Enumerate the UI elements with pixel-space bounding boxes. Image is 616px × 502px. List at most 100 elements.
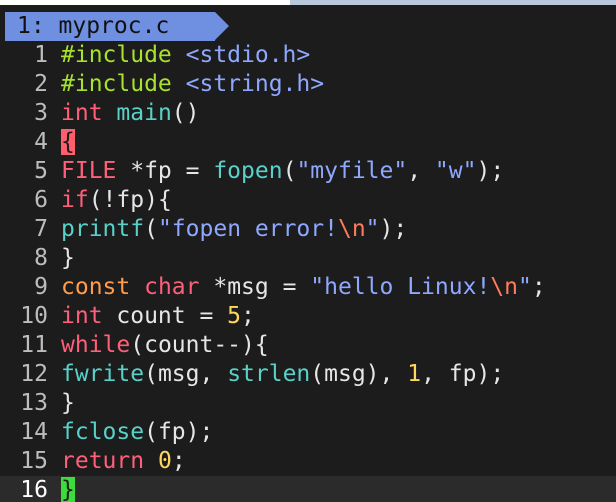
code-token: char xyxy=(144,274,200,300)
code-line[interactable]: 13} xyxy=(0,389,616,418)
code-text: } xyxy=(61,477,75,502)
code-editor-area[interactable]: 1 #include <stdio.h> 2 #include <string.h> 3… xyxy=(0,41,616,502)
matched-brace: { xyxy=(61,129,75,155)
code-text: int main() xyxy=(61,100,200,126)
code-token: fwrite xyxy=(61,361,145,387)
code-line[interactable]: 10 int count = 5; xyxy=(0,302,616,331)
code-token: printf xyxy=(61,216,145,242)
code-token: (!fp){ xyxy=(88,187,172,213)
code-token: ); xyxy=(476,158,505,184)
code-line[interactable]: 12 fwrite(msg, strlen(msg), 1, fp); xyxy=(0,360,616,389)
tabline: 1: myproc.c xyxy=(0,12,616,41)
code-token: fclose xyxy=(61,419,145,445)
code-token: main xyxy=(116,100,172,126)
code-text: fwrite(msg, strlen(msg), 1, fp); xyxy=(61,361,504,387)
line-number: 2 xyxy=(34,71,48,97)
code-text: return 0; xyxy=(61,448,186,474)
code-line[interactable]: 9 const char *msg = "hello Linux!\n"; xyxy=(0,273,616,302)
line-number: 4 xyxy=(34,129,48,155)
code-line[interactable]: 8} xyxy=(0,244,616,273)
code-token: (fp); xyxy=(144,419,214,445)
code-token: count = xyxy=(102,303,228,329)
code-token: *msg = xyxy=(199,274,311,300)
code-line[interactable]: 14 fclose(fp); xyxy=(0,418,616,447)
line-number: 14 xyxy=(20,419,48,445)
code-token: ; xyxy=(531,274,546,300)
code-line[interactable]: 6 if(!fp){ xyxy=(0,186,616,215)
code-token: int xyxy=(61,100,103,126)
code-text: { xyxy=(61,129,75,155)
code-text: int count = 5; xyxy=(61,303,255,329)
code-line[interactable]: 15 return 0; xyxy=(0,447,616,476)
code-text: printf("fopen error!\n"); xyxy=(61,216,407,242)
code-line[interactable]: 3 int main() xyxy=(0,99,616,128)
code-token: " xyxy=(518,274,532,300)
vim-editor-window: 1: myproc.c 1 #include <stdio.h> 2 #include… xyxy=(0,0,616,502)
window-top-edge xyxy=(0,0,290,5)
line-number: 12 xyxy=(20,361,48,387)
code-token: return xyxy=(61,448,145,474)
code-text: #include <stdio.h> xyxy=(61,42,310,68)
code-line[interactable]: 2 #include <string.h> xyxy=(0,70,616,99)
code-token: " xyxy=(365,216,380,242)
code-token: \n xyxy=(490,274,518,300)
line-number: 11 xyxy=(20,332,48,358)
code-token: \n xyxy=(337,216,366,242)
code-text: while(count--){ xyxy=(61,332,269,358)
code-line[interactable]: 4{ xyxy=(0,128,616,157)
code-text: const char *msg = "hello Linux!\n"; xyxy=(61,274,546,300)
code-token: #include xyxy=(61,42,186,68)
line-number: 13 xyxy=(20,390,48,416)
code-line[interactable]: 16} xyxy=(0,476,616,502)
code-token: } xyxy=(61,245,75,271)
code-token: ; xyxy=(241,303,255,329)
code-text: #include <string.h> xyxy=(61,71,324,97)
line-number: 15 xyxy=(20,448,48,474)
code-token: } xyxy=(61,390,75,416)
code-token: 0 xyxy=(157,448,172,474)
code-token: "hello Linux! xyxy=(310,274,491,300)
code-token: while xyxy=(61,332,131,358)
code-token: "fopen error! xyxy=(157,216,338,242)
code-token: 5 xyxy=(227,303,242,329)
cursor: } xyxy=(61,477,75,502)
code-token: , fp); xyxy=(421,361,505,387)
code-token: int xyxy=(61,303,103,329)
code-token: fopen xyxy=(213,158,283,184)
code-token: ( xyxy=(144,216,158,242)
code-text: } xyxy=(61,390,75,416)
code-text: } xyxy=(61,245,75,271)
code-line[interactable]: 5 FILE *fp = fopen("myfile", "w"); xyxy=(0,157,616,186)
code-token: const xyxy=(61,274,131,300)
code-token: "myfile" xyxy=(296,158,408,184)
window-top-edge-right xyxy=(290,0,616,5)
line-number: 10 xyxy=(20,303,48,329)
line-number: 5 xyxy=(34,158,48,184)
line-number: 16 xyxy=(20,477,48,502)
code-token: , xyxy=(407,158,435,184)
code-token: <stdio.h> xyxy=(185,42,311,68)
line-number: 3 xyxy=(34,100,48,126)
code-token: () xyxy=(171,100,200,126)
line-number: 7 xyxy=(34,216,48,242)
code-token: FILE xyxy=(61,158,117,184)
line-number: 6 xyxy=(34,187,48,213)
code-line[interactable]: 1 #include <stdio.h> xyxy=(0,41,616,70)
line-number: 1 xyxy=(34,42,48,68)
code-text: fclose(fp); xyxy=(61,419,213,445)
tab-myproc[interactable]: 1: myproc.c xyxy=(5,12,215,41)
code-token: *fp = xyxy=(116,158,214,184)
code-token: <string.h> xyxy=(185,71,325,97)
code-line[interactable]: 11 while(count--){ xyxy=(0,331,616,360)
code-token: ( xyxy=(282,158,297,184)
code-token: ); xyxy=(379,216,408,242)
line-number: 8 xyxy=(34,245,48,271)
code-token: (msg), xyxy=(310,361,408,387)
code-token: strlen xyxy=(227,361,311,387)
line-number: 9 xyxy=(34,274,48,300)
code-line[interactable]: 7 printf("fopen error!\n"); xyxy=(0,215,616,244)
code-token: if xyxy=(61,187,89,213)
